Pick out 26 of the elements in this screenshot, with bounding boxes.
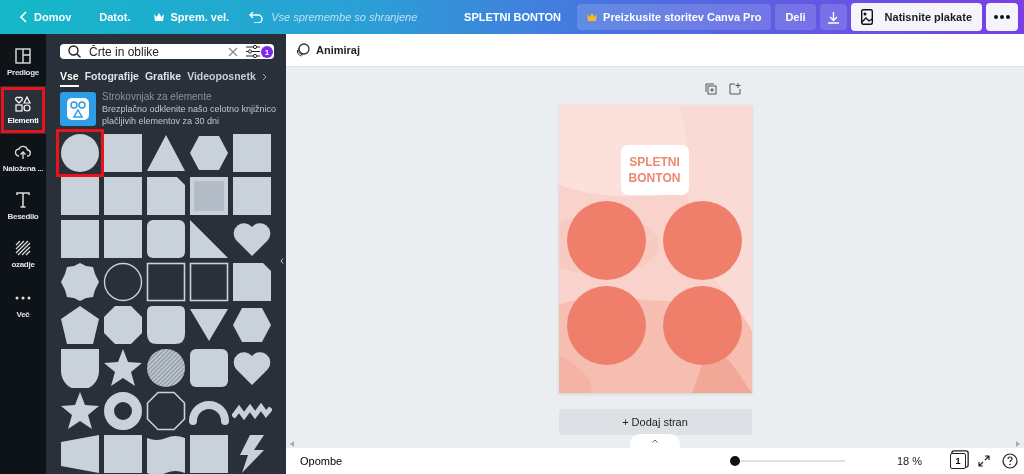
category-tab[interactable]: Fotografije [84,67,139,87]
search-input[interactable]: Črte in oblike [89,44,220,59]
pro-trial-button[interactable]: Preizkusite storitev Canva Pro [577,4,772,30]
sidebar-item[interactable]: Elementi [0,86,46,134]
search-field[interactable]: Črte in oblike 1 [60,44,274,59]
category-tab[interactable]: Vse [60,67,79,87]
design-title[interactable]: SPLETNI BONTON [464,11,562,23]
print-posters-button[interactable]: Natisnite plakate [850,3,982,31]
promo-title: Strokovnjak za elemente [102,90,213,103]
sidebar-item[interactable]: Več [0,278,46,326]
add-page-button[interactable]: + Dodaj stran [558,409,752,435]
notes-button[interactable]: Opombe [300,455,343,467]
sidebar-item[interactable]: ozadje [0,230,46,278]
sidebar-item[interactable]: Predloge [0,38,46,86]
sidebar-item[interactable]: Besedilo [0,182,46,230]
filter-count-badge: 1 [261,46,273,58]
category-tab[interactable]: Videoposnetk [187,67,256,87]
page-title: SPLETNI BONTON [627,154,682,186]
save-status: Vse spremembe so shranjene [271,11,418,23]
share-button[interactable]: Deli [775,4,816,30]
page-count-button[interactable]: 1 [950,453,966,469]
zoom-reading: 18 % [895,455,922,467]
sidebar-item[interactable]: Naložena ... [0,134,46,182]
promo-text: Brezplačno odklenite našo celotno knjižnico plačljivih elementov za 30 dni [102,103,278,127]
category-tab[interactable]: Grafike [144,67,182,87]
animate-button[interactable]: Animiraj [296,43,360,57]
